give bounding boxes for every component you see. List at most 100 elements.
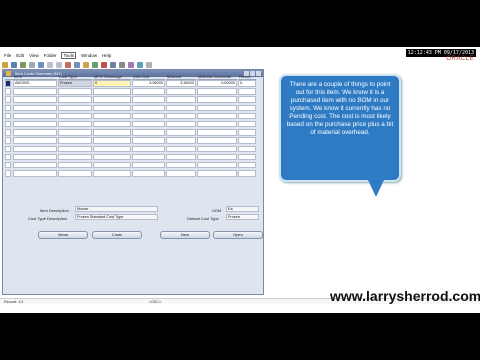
record-indicator[interactable]: [5, 120, 11, 128]
cut-icon[interactable]: [65, 62, 71, 68]
grid-cell[interactable]: [132, 161, 165, 169]
grid-cell[interactable]: [132, 170, 165, 177]
grid-cell[interactable]: [13, 112, 57, 120]
copy-icon[interactable]: [74, 62, 80, 68]
grid-cell[interactable]: [197, 161, 237, 169]
help-icon[interactable]: [146, 62, 152, 68]
grid-cell[interactable]: [197, 112, 237, 120]
table-row[interactable]: [5, 137, 261, 145]
default-cost-type-field[interactable]: Frozen: [226, 214, 259, 220]
grid-cell[interactable]: [58, 129, 92, 136]
table-row[interactable]: [5, 153, 261, 162]
grid-cell[interactable]: [13, 104, 57, 112]
table-row[interactable]: AW1000 Frozen 0 3.96000 3.36000 0.60000 …: [5, 80, 261, 88]
grid-cell[interactable]: [238, 161, 256, 169]
find-icon[interactable]: [38, 62, 44, 68]
grid-cell[interactable]: [238, 104, 256, 112]
navigator-icon[interactable]: [20, 62, 26, 68]
grid-cell[interactable]: [93, 153, 131, 161]
menu-item-help[interactable]: Help: [102, 53, 111, 58]
grid-cell[interactable]: [238, 120, 256, 128]
grid-cell[interactable]: [238, 112, 256, 120]
menu-item-view[interactable]: View: [29, 53, 39, 58]
current-record-indicator[interactable]: [5, 80, 11, 87]
grid-cell[interactable]: [166, 137, 196, 144]
table-row[interactable]: [5, 96, 261, 104]
grid-cell[interactable]: [132, 120, 165, 128]
save-icon[interactable]: [11, 62, 17, 68]
grid-cell[interactable]: [13, 153, 57, 161]
grid-cell[interactable]: [197, 137, 237, 144]
record-indicator[interactable]: [5, 137, 11, 144]
grid-cell[interactable]: [93, 112, 131, 120]
zoom-icon[interactable]: [119, 62, 125, 68]
grid-cell[interactable]: [197, 129, 237, 136]
grid-cell[interactable]: [238, 88, 256, 95]
table-row[interactable]: [5, 129, 261, 137]
grid-cell[interactable]: [166, 161, 196, 169]
record-indicator[interactable]: [5, 104, 11, 112]
grid-cell[interactable]: [166, 88, 196, 95]
grid-cell[interactable]: [238, 153, 256, 161]
table-row[interactable]: [5, 161, 261, 170]
switch-responsibility-icon[interactable]: [56, 62, 62, 68]
grid-cell[interactable]: [93, 96, 131, 103]
menu-item-folder[interactable]: Folder: [44, 53, 57, 58]
new-record-icon[interactable]: [92, 62, 98, 68]
next-step-icon[interactable]: [47, 62, 53, 68]
print-icon[interactable]: [29, 62, 35, 68]
grid-cell[interactable]: [58, 170, 92, 177]
grid-cell[interactable]: [132, 153, 165, 161]
paste-icon[interactable]: [83, 62, 89, 68]
grid-cell[interactable]: [13, 129, 57, 136]
grid-cell[interactable]: [58, 145, 92, 152]
menu-item-file[interactable]: File: [4, 53, 11, 58]
grid-cell[interactable]: [13, 96, 57, 103]
grid-cell[interactable]: [132, 104, 165, 112]
grid-cell[interactable]: [197, 96, 237, 103]
grid-cell[interactable]: [238, 145, 256, 152]
grid-cell[interactable]: [132, 145, 165, 152]
grid-cell[interactable]: [197, 170, 237, 177]
record-indicator[interactable]: [5, 96, 11, 103]
table-row[interactable]: [5, 88, 261, 96]
grid-cell[interactable]: [132, 96, 165, 103]
grid-cell[interactable]: [93, 120, 131, 128]
cell-material-overhead[interactable]: 0.60000: [197, 80, 237, 87]
item-description-field[interactable]: Mouse: [75, 206, 158, 212]
grid-cell[interactable]: [132, 129, 165, 136]
grid-cell[interactable]: [132, 88, 165, 95]
record-indicator[interactable]: [5, 112, 11, 120]
views-button[interactable]: Views: [38, 231, 88, 239]
open-button[interactable]: Open: [213, 231, 263, 239]
grid-cell[interactable]: [13, 137, 57, 144]
grid-cell[interactable]: [93, 170, 131, 177]
grid-cell[interactable]: [13, 161, 57, 169]
grid-cell[interactable]: [93, 129, 131, 136]
record-indicator[interactable]: [5, 153, 11, 161]
grid-cell[interactable]: [58, 161, 92, 169]
grid-cell[interactable]: [58, 96, 92, 103]
grid-cell[interactable]: [166, 153, 196, 161]
grid-cell[interactable]: [238, 137, 256, 144]
table-row[interactable]: [5, 145, 261, 154]
cell-cost-type[interactable]: Frozen: [58, 80, 92, 87]
cell-mfg-shrinkage[interactable]: 0: [93, 80, 131, 87]
grid-cell[interactable]: [166, 145, 196, 152]
grid-cell[interactable]: [58, 112, 92, 120]
grid-cell[interactable]: [58, 104, 92, 112]
attachments-icon[interactable]: [128, 62, 134, 68]
grid-cell[interactable]: [93, 145, 131, 152]
cost-type-description-field[interactable]: Frozen Standard Cost Type: [75, 214, 158, 220]
costs-button[interactable]: Costs: [92, 231, 142, 239]
grid-cell[interactable]: [58, 120, 92, 128]
grid-cell[interactable]: [132, 137, 165, 144]
grid-cell[interactable]: [166, 112, 196, 120]
grid-cell[interactable]: [93, 104, 131, 112]
grid-cell[interactable]: [197, 153, 237, 161]
grid-cell[interactable]: [93, 88, 131, 95]
record-indicator[interactable]: [5, 161, 11, 169]
table-row[interactable]: [5, 120, 261, 129]
new-button[interactable]: New: [160, 231, 210, 239]
grid-cell[interactable]: [93, 161, 131, 169]
